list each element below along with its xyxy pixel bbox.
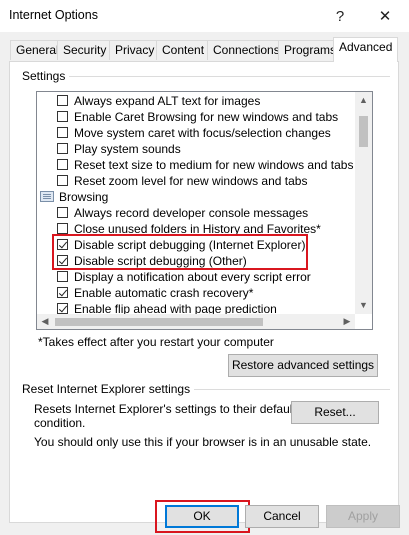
scroll-right-arrow-icon[interactable]: ▶ [341, 315, 353, 327]
setting-play-system-sounds[interactable]: Play system sounds [57, 141, 181, 157]
reset-description-line2: condition. [34, 416, 86, 430]
checkbox-checked[interactable] [57, 303, 68, 314]
title-bar: Internet Options ? ✕ [0, 0, 409, 32]
vertical-scroll-thumb[interactable] [359, 116, 368, 147]
window-title: Internet Options [9, 8, 98, 22]
settings-category-icon [40, 191, 54, 202]
checkbox[interactable] [57, 159, 68, 170]
tab-content[interactable]: Content [156, 40, 211, 60]
checkbox[interactable] [57, 207, 68, 218]
ok-highlight-box [155, 500, 250, 533]
checkbox[interactable] [57, 95, 68, 106]
scroll-down-arrow-icon[interactable]: ▼ [357, 299, 370, 311]
reset-warning: You should only use this if your browser… [34, 435, 372, 449]
tab-privacy[interactable]: Privacy [109, 40, 161, 60]
reset-button[interactable]: Reset... [291, 401, 379, 424]
restore-advanced-settings-button[interactable]: Restore advanced settings [228, 354, 378, 377]
restart-note: *Takes effect after you restart your com… [38, 335, 274, 349]
reset-group-divider [186, 389, 390, 390]
setting-always-expand-alt[interactable]: Always expand ALT text for images [57, 93, 260, 109]
checkbox-checked[interactable] [57, 287, 68, 298]
close-button[interactable]: ✕ [371, 6, 399, 28]
apply-button[interactable]: Apply [326, 505, 400, 528]
tab-security[interactable]: Security [57, 40, 113, 60]
tab-advanced[interactable]: Advanced [333, 37, 399, 62]
setting-record-console-messages[interactable]: Always record developer console messages [57, 205, 308, 221]
setting-move-system-caret[interactable]: Move system caret with focus/selection c… [57, 125, 331, 141]
horizontal-scrollbar[interactable]: ◀ ▶ [37, 314, 355, 329]
settings-list[interactable]: Always expand ALT text for images Enable… [36, 91, 373, 330]
setting-reset-text-size[interactable]: Reset text size to medium for new window… [57, 157, 353, 173]
setting-enable-crash-recovery[interactable]: Enable automatic crash recovery* [57, 285, 253, 301]
setting-display-script-error-notification[interactable]: Display a notification about every scrip… [57, 269, 311, 285]
vertical-scrollbar[interactable]: ▲ ▼ [355, 92, 372, 314]
category-browsing: Browsing [40, 189, 108, 205]
tab-connections[interactable]: Connections [207, 40, 286, 60]
settings-group-label: Settings [22, 69, 70, 83]
reset-description-line1: Resets Internet Explorer's settings to t… [34, 402, 296, 416]
checkbox[interactable] [57, 143, 68, 154]
horizontal-scroll-thumb[interactable] [55, 318, 263, 326]
setting-enable-caret-browsing[interactable]: Enable Caret Browsing for new windows an… [57, 109, 338, 125]
settings-group-divider [66, 76, 390, 77]
scroll-up-arrow-icon[interactable]: ▲ [357, 94, 370, 106]
checkbox[interactable] [57, 223, 68, 234]
checkbox[interactable] [57, 127, 68, 138]
reset-group-label: Reset Internet Explorer settings [22, 382, 195, 396]
highlight-box [52, 234, 308, 270]
scroll-left-arrow-icon[interactable]: ◀ [39, 315, 51, 327]
checkbox[interactable] [57, 175, 68, 186]
checkbox[interactable] [57, 271, 68, 282]
setting-reset-zoom-level[interactable]: Reset zoom level for new windows and tab… [57, 173, 307, 189]
cancel-button[interactable]: Cancel [245, 505, 319, 528]
checkbox[interactable] [57, 111, 68, 122]
help-button[interactable]: ? [326, 6, 354, 28]
